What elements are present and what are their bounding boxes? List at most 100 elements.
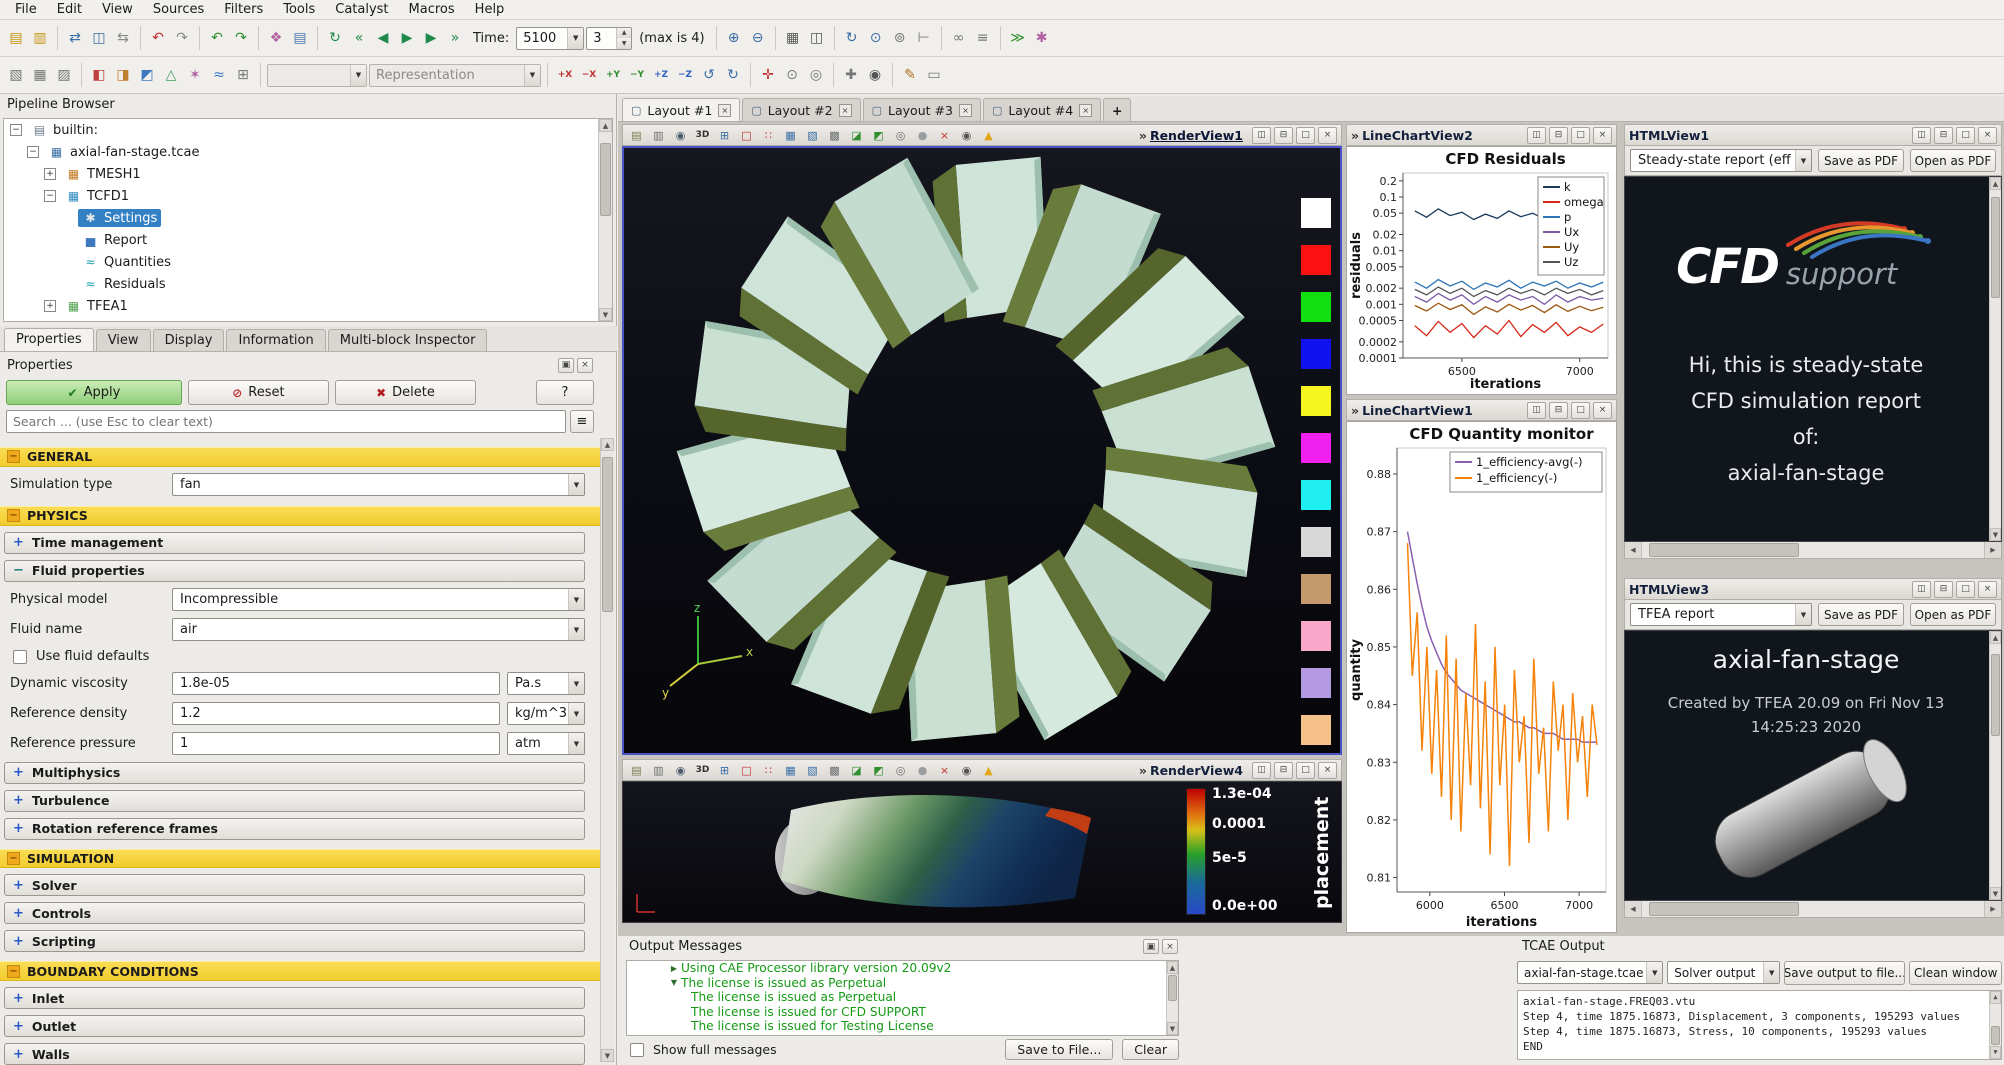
select-block-icon[interactable]: ▩ xyxy=(825,126,844,144)
close-tab-icon[interactable]: × xyxy=(839,104,852,117)
text-source-icon[interactable]: ▭ xyxy=(923,64,945,86)
representation-combo[interactable]: Representation▼ xyxy=(369,64,541,87)
slice-filter-icon[interactable]: ◨ xyxy=(112,64,134,86)
save-state-icon[interactable]: ▥ xyxy=(29,27,51,49)
scroll-track[interactable] xyxy=(1990,190,2001,528)
catalyst-export-icon[interactable]: ◫ xyxy=(88,27,110,49)
report-type-select[interactable]: Steady-state report (eff ▼ xyxy=(1630,149,1812,172)
toggle-3d-mode-icon[interactable]: 3D xyxy=(693,761,712,779)
pipeline-item-quantities[interactable]: ≈Quantities xyxy=(4,251,612,273)
hover-cells-icon[interactable]: ● xyxy=(913,126,932,144)
scroll-up-button[interactable]: ▲ xyxy=(1990,631,2001,644)
interactive-select-points-icon[interactable]: ◩ xyxy=(869,761,888,779)
save-screenshot-icon[interactable]: ▤ xyxy=(627,761,646,779)
scroll-thumb[interactable] xyxy=(1649,902,1799,916)
maximize-view-button[interactable]: □ xyxy=(1571,402,1590,419)
color-palette-icon[interactable]: ❖ xyxy=(265,27,287,49)
close-view-button[interactable]: × xyxy=(1593,127,1612,144)
split-horizontal-button[interactable]: ◫ xyxy=(1252,762,1271,779)
group-scripting[interactable]: +Scripting xyxy=(4,930,585,952)
pipeline-item-tfea1[interactable]: +▦TFEA1 xyxy=(4,295,612,317)
first-frame-icon[interactable]: « xyxy=(348,27,370,49)
close-view-button[interactable]: × xyxy=(1593,402,1612,419)
split-horizontal-button[interactable]: ◫ xyxy=(1527,127,1546,144)
tree-expander-icon[interactable]: + xyxy=(44,300,56,312)
group-time-management[interactable]: +Time management xyxy=(4,532,585,554)
messages-scrollbar[interactable]: ▲ ▼ xyxy=(1166,961,1178,1035)
zoom-to-box-icon[interactable]: ⊞ xyxy=(715,126,734,144)
render-warning-icon[interactable]: ▲ xyxy=(979,126,998,144)
interactive-select-cells-icon[interactable]: ◪ xyxy=(847,761,866,779)
help-button[interactable]: ? xyxy=(536,380,594,405)
hover-points-icon[interactable]: ◎ xyxy=(891,761,910,779)
scroll-down-button[interactable]: ▼ xyxy=(1990,528,2001,541)
menu-tools[interactable]: Tools xyxy=(274,1,324,18)
group-controls[interactable]: +Controls xyxy=(4,902,585,924)
scroll-up-button[interactable]: ▲ xyxy=(1990,991,2001,1004)
group-solver[interactable]: +Solver xyxy=(4,874,585,896)
menu-help[interactable]: Help xyxy=(466,1,514,18)
clean-window-button[interactable]: Clean window xyxy=(1909,961,2002,985)
select-frustum-points-icon[interactable]: ▧ xyxy=(803,126,822,144)
reference-pressure-input[interactable]: 1 xyxy=(172,732,500,755)
open-as-pdf-button[interactable]: Open as PDF xyxy=(1910,603,1996,626)
camera-undo-icon[interactable]: ↶ xyxy=(206,27,228,49)
close-view-button[interactable]: × xyxy=(1978,581,1997,598)
zoom-out-icon[interactable]: ⊖ xyxy=(747,27,769,49)
link-camera-icon[interactable]: ∞ xyxy=(948,27,970,49)
html-view-1-hscrollbar[interactable]: ◀ ▶ xyxy=(1624,542,2002,559)
hover-points-icon[interactable]: ◎ xyxy=(891,126,910,144)
menu-view[interactable]: View xyxy=(93,1,142,18)
close-view-button[interactable]: × xyxy=(1318,127,1337,144)
menu-macros[interactable]: Macros xyxy=(400,1,464,18)
pipeline-item-axial-fan-stage-tcae[interactable]: −▦axial-fan-stage.tcae xyxy=(4,141,612,163)
scroll-track[interactable] xyxy=(1990,644,2001,887)
loop-animation-icon[interactable]: ↻ xyxy=(324,27,346,49)
split-vertical-button[interactable]: ⊟ xyxy=(1549,127,1568,144)
open-file-icon[interactable]: ▤ xyxy=(5,27,27,49)
tree-expander-icon[interactable]: − xyxy=(10,124,22,136)
dynamic-viscosity-input[interactable]: 1.8e-05 xyxy=(172,672,500,695)
scroll-thumb[interactable] xyxy=(1649,543,1799,557)
scroll-thumb[interactable] xyxy=(602,457,613,612)
scroll-down-button[interactable]: ▼ xyxy=(601,1049,614,1062)
color-field-combo[interactable]: ▼ xyxy=(267,64,367,87)
reset-button[interactable]: ⊘Reset xyxy=(188,380,329,405)
group-turbulence[interactable]: +Turbulence xyxy=(4,790,585,812)
rotate-90-ccw-icon[interactable]: ↺ xyxy=(698,64,720,86)
undo-icon[interactable]: ↶ xyxy=(147,27,169,49)
maximize-view-button[interactable]: □ xyxy=(1956,127,1975,144)
spreadsheet-view-icon[interactable]: ▦ xyxy=(782,27,804,49)
glyph-filter-icon[interactable]: ✶ xyxy=(184,64,206,86)
catalyst-connect-icon[interactable]: ⇄ xyxy=(64,27,86,49)
edit-annotation-icon[interactable]: ✎ xyxy=(899,64,921,86)
use-fluid-defaults-checkbox[interactable] xyxy=(13,650,27,664)
dynamic-viscosity-unit-select[interactable]: Pa.s▼ xyxy=(507,672,585,695)
split-vertical-button[interactable]: ⊟ xyxy=(1934,581,1953,598)
contour-filter-icon[interactable]: △ xyxy=(160,64,182,86)
add-layout-tab-button[interactable]: + xyxy=(1103,98,1131,121)
split-vertical-button[interactable]: ⊟ xyxy=(1274,127,1293,144)
split-vertical-button[interactable]: ⊟ xyxy=(1934,127,1953,144)
split-vertical-button[interactable]: ⊟ xyxy=(1549,402,1568,419)
capture-screenshot-icon[interactable]: ◉ xyxy=(671,761,690,779)
maximize-view-button[interactable]: □ xyxy=(1571,127,1590,144)
save-as-pdf-button[interactable]: Save as PDF xyxy=(1818,603,1904,626)
tab-information[interactable]: Information xyxy=(226,329,325,351)
interactive-select-cells-icon[interactable]: ◪ xyxy=(847,126,866,144)
scroll-left-button[interactable]: ◀ xyxy=(1625,901,1642,917)
pipeline-item-settings[interactable]: ✱Settings xyxy=(4,207,612,229)
export-scene-icon[interactable]: ▥ xyxy=(649,761,668,779)
tree-expander-icon[interactable]: − xyxy=(27,146,39,158)
layout-tab-4[interactable]: ▢Layout #4× xyxy=(983,98,1101,121)
menu-catalyst[interactable]: Catalyst xyxy=(326,1,397,18)
scroll-thumb[interactable] xyxy=(1991,654,2000,737)
scroll-track[interactable] xyxy=(1990,1004,2001,1046)
reference-density-input[interactable]: 1.2 xyxy=(172,702,500,725)
close-tab-icon[interactable]: × xyxy=(718,104,731,117)
hover-cells-icon[interactable]: ● xyxy=(913,761,932,779)
edit-color-map-icon[interactable]: ▤ xyxy=(289,27,311,49)
capture-screenshot-icon[interactable]: ◉ xyxy=(671,126,690,144)
fluid-name-select[interactable]: air▼ xyxy=(172,618,585,641)
menu-filters[interactable]: Filters xyxy=(215,1,272,18)
